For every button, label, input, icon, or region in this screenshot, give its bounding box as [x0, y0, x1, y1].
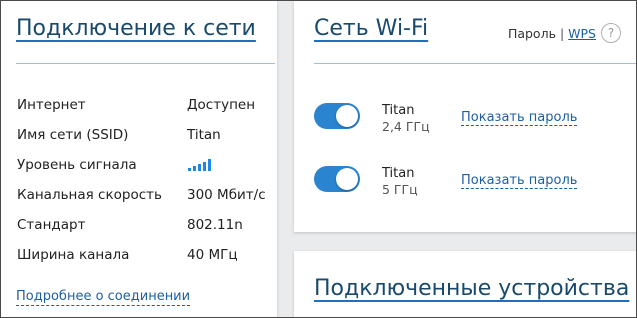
network-name: Titan — [382, 166, 415, 181]
info-label: Стандарт — [17, 217, 86, 233]
info-label: Канальная скорость — [17, 187, 162, 203]
network-band: 5 ГГц — [382, 182, 418, 197]
info-value: 802.11n — [187, 217, 243, 233]
link-separator: | — [559, 25, 565, 41]
connection-details-link[interactable]: Подробнее о соединении — [16, 289, 191, 306]
info-value: 300 Мбит/с — [187, 187, 266, 203]
info-label: Имя сети (SSID) — [17, 127, 129, 143]
connection-title: Подключение к сети — [16, 16, 256, 41]
info-value: 40 МГц — [187, 247, 238, 263]
show-password-link-2-4ghz[interactable]: Показать пароль — [461, 110, 578, 126]
wifi-toggle-2-4ghz[interactable] — [314, 103, 360, 129]
connection-divider — [16, 63, 275, 64]
signal-bar — [203, 162, 206, 171]
network-name: Titan — [382, 103, 415, 118]
info-label: Уровень сигнала — [17, 157, 137, 173]
info-label: Ширина канала — [17, 247, 130, 263]
signal-bar — [193, 166, 196, 171]
info-value: Доступен — [187, 97, 256, 113]
wifi-network-5ghz: Titan 5 ГГц Показать пароль — [314, 164, 634, 198]
show-password-link-5ghz[interactable]: Показать пароль — [461, 173, 578, 189]
info-label: Интернет — [17, 97, 86, 113]
wifi-network-2-4ghz: Titan 2,4 ГГц Показать пароль — [314, 101, 634, 135]
wifi-toggle-5ghz[interactable] — [314, 166, 360, 192]
wps-link[interactable]: WPS — [568, 26, 596, 41]
wifi-title: Сеть Wi-Fi — [314, 16, 429, 41]
signal-bar — [208, 159, 211, 171]
app-frame: Подключение к сети Интернет Доступен Имя… — [0, 0, 637, 318]
connected-devices-title: Подключенные устройства — [314, 276, 630, 301]
wifi-card: Сеть Wi-Fi Пароль | WPS ? Titan 2,4 ГГц … — [294, 1, 636, 232]
toggle-knob — [336, 105, 358, 127]
network-band: 2,4 ГГц — [382, 119, 430, 134]
connected-devices-card: Подключенные устройства — [294, 251, 636, 317]
signal-bar — [198, 164, 201, 171]
help-icon[interactable]: ? — [601, 23, 621, 43]
info-value: Titan — [187, 127, 221, 143]
signal-strength-icon — [188, 159, 214, 171]
wifi-header-links: Пароль | WPS ? — [508, 23, 621, 43]
password-link[interactable]: Пароль — [508, 26, 556, 41]
signal-bar — [188, 168, 191, 171]
toggle-knob — [336, 168, 358, 190]
wifi-divider — [314, 63, 636, 64]
connection-card: Подключение к сети Интернет Доступен Имя… — [1, 1, 277, 317]
